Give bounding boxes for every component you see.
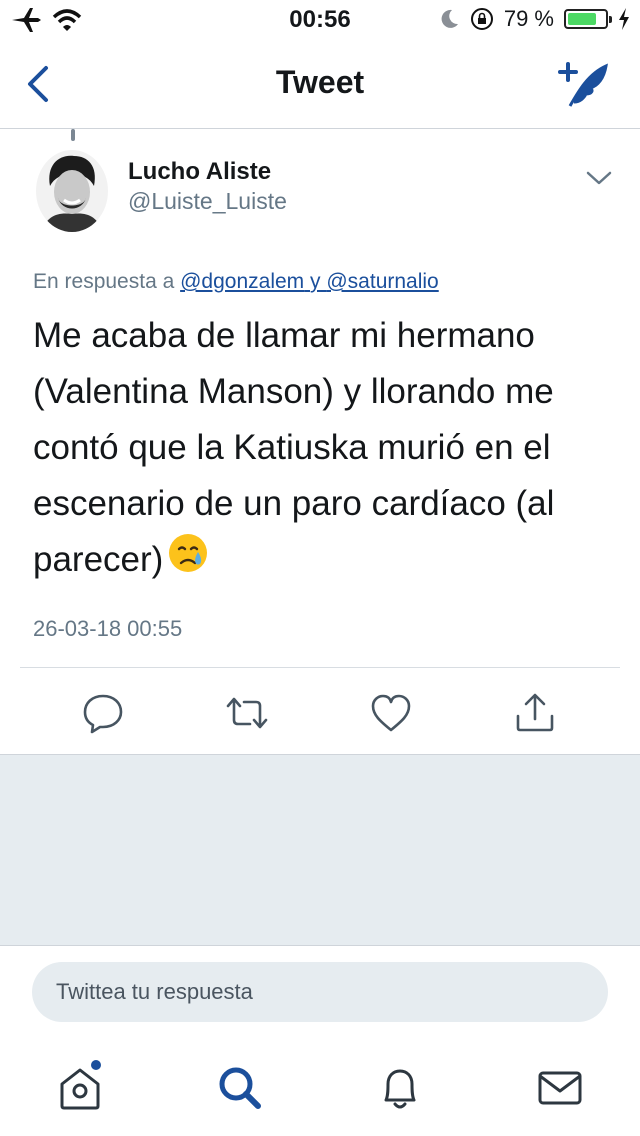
compose-tweet-icon: [558, 62, 608, 107]
author-name[interactable]: Lucho Aliste: [128, 158, 271, 186]
do-not-disturb-icon: [441, 9, 458, 28]
tab-notifications[interactable]: [372, 1060, 428, 1116]
replies-area: [0, 754, 640, 946]
status-bar: 00:56 79 %: [0, 0, 640, 40]
tab-bar: [0, 1040, 640, 1136]
crying-face-icon: [167, 532, 209, 591]
tweet-text: Me acaba de llamar mi hermano (Valentina…: [33, 308, 623, 591]
tab-messages[interactable]: [532, 1060, 588, 1116]
battery-percent: 79 %: [503, 6, 554, 31]
reply-icon: [83, 694, 123, 734]
like-button[interactable]: [366, 688, 416, 738]
author-handle[interactable]: @Luiste_Luiste: [128, 188, 287, 215]
tab-home[interactable]: [52, 1060, 108, 1116]
chevron-down-icon: [586, 171, 612, 185]
search-icon: [219, 1067, 261, 1109]
charging-bolt-icon: [619, 8, 629, 30]
battery-fill: [568, 13, 596, 25]
mention-joiner: y: [310, 270, 321, 293]
reply-context: En respuesta a @dgonzalem y @saturnalio: [33, 270, 439, 294]
tweet-actions: [0, 680, 640, 750]
reply-mention-link[interactable]: @dgonzalem y @saturnalio: [180, 270, 439, 293]
status-right: 79 %: [438, 6, 630, 32]
tweet-options-button[interactable]: [584, 166, 614, 190]
divider: [20, 667, 620, 668]
retweet-button[interactable]: [222, 688, 272, 738]
messages-icon: [538, 1071, 582, 1105]
orientation-lock-icon: [470, 8, 493, 30]
compose-button[interactable]: [556, 58, 616, 112]
mention-1: @dgonzalem: [180, 270, 305, 293]
mention-2: @saturnalio: [326, 270, 439, 293]
share-button[interactable]: [510, 688, 560, 738]
navigation-bar: Tweet: [0, 40, 640, 129]
reply-prefix: En respuesta a: [33, 270, 175, 293]
share-icon: [516, 693, 554, 732]
reply-input[interactable]: [32, 962, 608, 1022]
tweet-timestamp: 26-03-18 00:55: [33, 616, 183, 641]
home-icon: [60, 1060, 101, 1110]
tweet-body: Me acaba de llamar mi hermano (Valentina…: [33, 316, 555, 579]
retweet-icon: [226, 697, 268, 729]
page-title: Tweet: [275, 64, 365, 100]
reply-composer[interactable]: [32, 962, 608, 1022]
tab-search[interactable]: [212, 1060, 268, 1116]
reply-button[interactable]: [78, 688, 128, 738]
notifications-icon: [384, 1069, 416, 1109]
thread-connector: [71, 129, 75, 141]
profile-photo: [36, 150, 108, 232]
like-icon: [371, 694, 411, 732]
battery-icon: [564, 9, 612, 29]
avatar[interactable]: [36, 150, 108, 232]
